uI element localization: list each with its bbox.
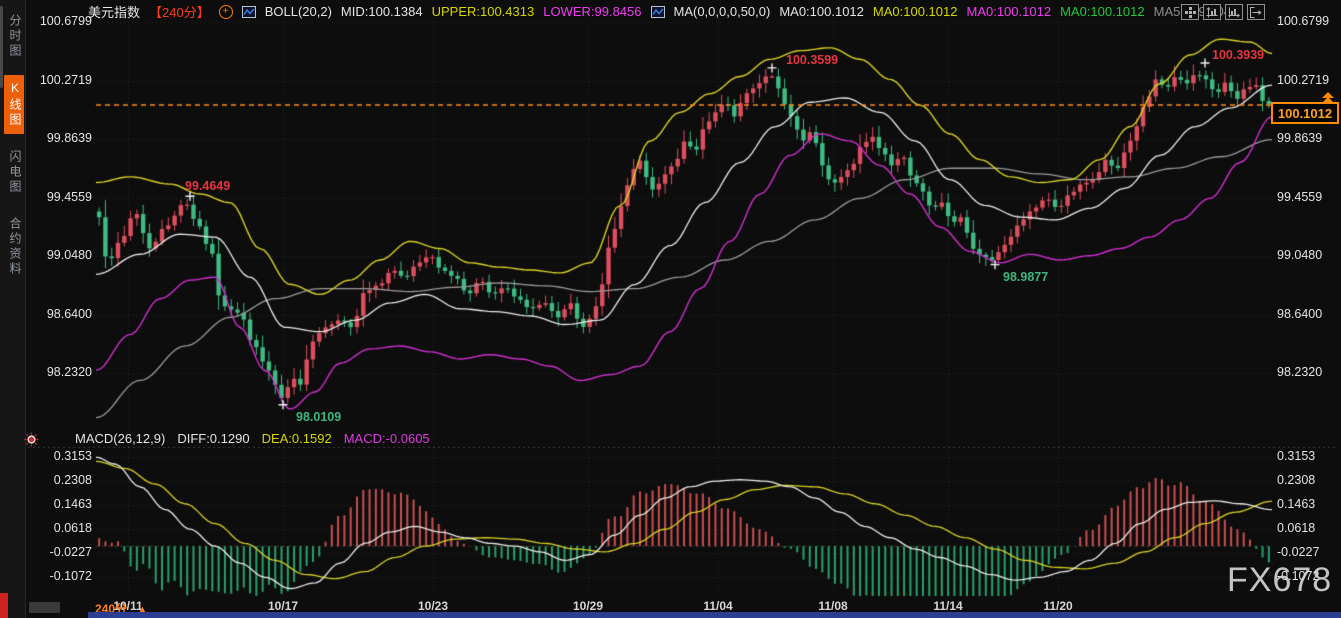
macd-tick-label: 0.3153 [1277,449,1341,463]
scroll-indicator-bar[interactable] [0,593,8,618]
last-price-tag: 100.1012 [1271,102,1339,124]
indicator-value-7: MA0:100.1012 [873,4,958,19]
price-tick-label: 100.6799 [1277,14,1341,28]
macd-tick-label: 0.1463 [26,497,92,511]
sidebar-tab-1[interactable]: 分时图 [4,8,24,65]
price-tick-label: 99.0480 [1277,248,1341,262]
date-label: 11/14 [918,599,978,613]
price-annotation: 99.4649 [185,179,230,193]
date-label: 10/17 [253,599,313,613]
instrument-title: 美元指数 [88,2,140,21]
price-tick-label: 99.0480 [26,248,92,262]
price-tick-label: 99.8639 [1277,131,1341,145]
indicator-chart-icon[interactable] [242,6,256,18]
date-label: 11/04 [688,599,748,613]
indicator-value-8: MA0:100.1012 [966,4,1051,19]
price-tick-label: 99.8639 [26,131,92,145]
macd-tick-label: 0.2308 [1277,473,1341,487]
sidebar-tab-4[interactable]: 合约资料 [4,211,24,283]
y-axis-scale-icon[interactable] [1203,4,1221,20]
sidebar-tab-3[interactable]: 闪电图 [4,144,24,201]
export-icon[interactable] [1247,4,1265,20]
date-label: 10/23 [403,599,463,613]
watermark: FX678 [1227,561,1332,600]
price-tick-label: 100.2719 [26,73,92,87]
indicator-chart-icon[interactable] [651,6,665,18]
macd-value-3: DEA:0.1592 [262,431,332,446]
price-annotation: 100.3939 [1212,48,1264,62]
sidebar: 分时图 K线图闪电图合约资料 [0,0,26,618]
timeline-range-bar[interactable] [88,612,1341,618]
price-tick-label: 99.4559 [26,190,92,204]
price-tick-label: 100.2719 [1277,73,1341,87]
macd-tick-label: -0.1072 [26,569,92,583]
macd-header: MACD(26,12,9) DIFF:0.1290 DEA:0.1592 MACD:-… [75,431,430,446]
layout-grid-icon[interactable] [1181,4,1199,20]
sidebar-tab-2[interactable]: K线图 [4,75,24,134]
indicator-value-1: BOLL(20,2) [265,4,332,19]
chart-canvas[interactable] [0,0,1341,618]
last-price-value: 100.1012 [1278,106,1332,121]
add-indicator-icon[interactable]: + [219,5,233,19]
price-annotation: 98.9877 [1003,270,1048,284]
price-tick-label: 98.2320 [26,365,92,379]
macd-value-4: MACD:-0.0605 [344,431,430,446]
timeline-handle[interactable] [29,602,60,613]
indicator-value-9: MA0:100.1012 [1060,4,1145,19]
macd-tick-label: 0.0618 [26,521,92,535]
macd-value-1: MACD(26,12,9) [75,431,165,446]
price-tick-label: 100.6799 [26,14,92,28]
price-tick-label: 99.4559 [1277,190,1341,204]
indicator-marker-icon[interactable] [24,432,39,452]
price-tick-label: 98.2320 [1277,365,1341,379]
date-label: 10/29 [558,599,618,613]
x-axis-scale-icon[interactable] [1225,4,1243,20]
macd-tick-label: -0.0227 [1277,545,1341,559]
date-label: 11/20 [1028,599,1088,613]
period-label[interactable]: 【240分】 [149,2,210,21]
chart-application: 分时图 K线图闪电图合约资料 美元指数 【240分】 + BOLL(20,2) MI… [0,0,1341,618]
indicator-value-6: MA0:100.1012 [779,4,864,19]
macd-tick-label: 0.1463 [1277,497,1341,511]
indicator-value-5: MA(0,0,0,0,50,0) [674,4,771,19]
chart-toolbar [1181,4,1265,20]
price-annotation: 100.3599 [786,53,838,67]
price-marker-arrow-icon [1322,97,1334,103]
macd-tick-label: -0.0227 [26,545,92,559]
price-annotation: 98.0109 [296,410,341,424]
indicator-value-3: UPPER:100.4313 [432,4,535,19]
sidebar-tabs: 分时图 K线图闪电图合约资料 [3,8,25,293]
date-label: 11/08 [803,599,863,613]
macd-tick-label: 0.2308 [26,473,92,487]
price-tick-label: 98.6400 [1277,307,1341,321]
macd-value-2: DIFF:0.1290 [177,431,249,446]
chart-header: 美元指数 【240分】 + BOLL(20,2) MID:100.1384 UPPE… [88,3,1238,20]
indicator-value-2: MID:100.1384 [341,4,423,19]
indicator-values: BOLL(20,2) MID:100.1384 UPPER:100.4313 LOWE… [242,4,1239,19]
price-tick-label: 98.6400 [26,307,92,321]
macd-tick-label: 0.0618 [1277,521,1341,535]
indicator-value-4: LOWER:99.8456 [543,4,641,19]
